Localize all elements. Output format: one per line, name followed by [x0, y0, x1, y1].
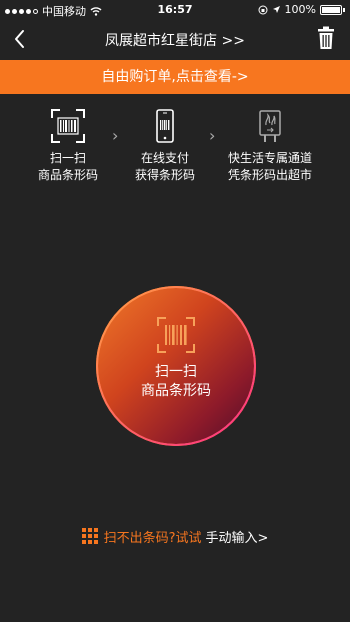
scan-button-line2: 商品条形码: [141, 383, 211, 399]
store-name-link[interactable]: 凤展超市红星街店 >>: [0, 30, 350, 50]
exit-gate-icon: [259, 110, 281, 142]
manual-entry-prefix: 扫不出条码?试试: [103, 530, 202, 546]
battery-percent: 100%: [284, 3, 316, 16]
step-pay: 在线支付 获得条形码: [105, 108, 225, 184]
status-right: 100%: [258, 3, 345, 16]
battery-icon: [320, 4, 342, 15]
steps-guide: 扫一扫 商品条形码 › 在线支付 获得条形码 › 快生活专属通道 凭条形码出超市: [0, 108, 350, 198]
trash-icon[interactable]: [316, 26, 336, 50]
scan-barcode-button[interactable]: 扫一扫 商品条形码: [96, 286, 256, 446]
status-bar: 中国移动 16:57 100%: [0, 0, 350, 20]
location-arrow-icon: [272, 6, 280, 13]
phone-barcode-icon: [156, 109, 174, 143]
rotation-lock-icon: [258, 5, 268, 14]
barcode-scan-icon: [157, 317, 195, 353]
step-pay-line2: 获得条形码: [134, 168, 195, 182]
barcode-scan-icon: [51, 109, 85, 143]
keypad-icon: [81, 528, 98, 544]
step-exit-line1: 快生活专属通道: [227, 151, 312, 165]
manual-entry-link[interactable]: 扫不出条码?试试 手动输入>: [0, 521, 350, 546]
scan-button-line1: 扫一扫: [155, 364, 197, 380]
nav-bar: 凤展超市红星街店 >>: [0, 20, 350, 58]
manual-entry-link-text[interactable]: 手动输入>: [206, 527, 269, 546]
step-pay-line1: 在线支付: [140, 151, 189, 165]
step-exit: 快生活专属通道 凭条形码出超市: [210, 108, 330, 184]
step-exit-line2: 凭条形码出超市: [227, 168, 312, 182]
order-banner[interactable]: 自由购订单,点击查看->: [0, 60, 350, 94]
